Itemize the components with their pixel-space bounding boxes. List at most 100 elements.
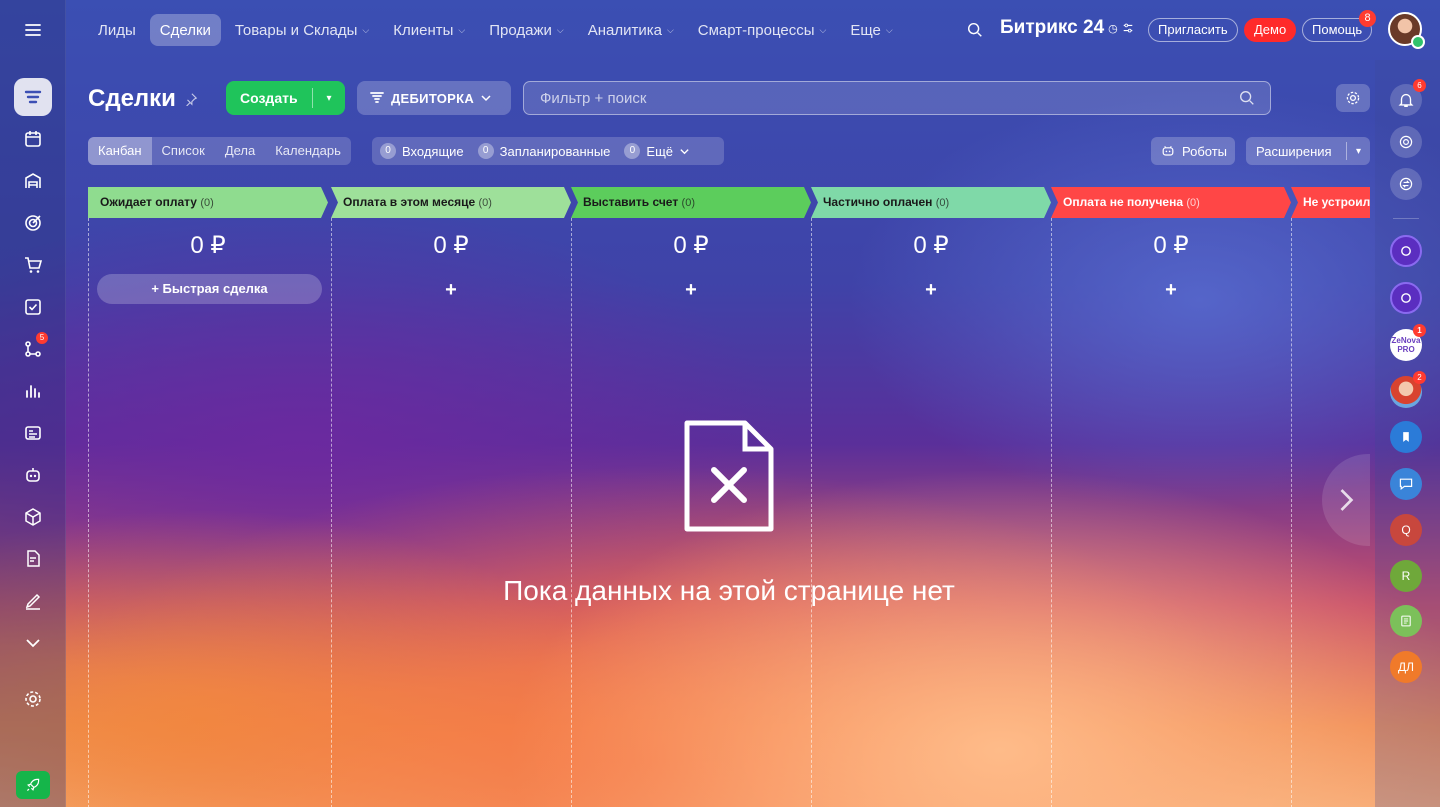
zenova-avatar[interactable]: ZeNova PRO 1 — [1390, 324, 1426, 361]
contacts-icon[interactable] — [14, 414, 52, 452]
exchange-icon[interactable] — [1390, 168, 1422, 200]
rocket-button[interactable] — [16, 771, 50, 799]
pin-icon[interactable] — [184, 92, 198, 106]
nav-item-deals[interactable]: Сделки — [149, 14, 221, 46]
add-deal-button[interactable]: + — [811, 279, 1051, 302]
quick-deal-button[interactable]: + Быстрая сделка — [97, 274, 322, 304]
nav-item-leads[interactable]: Лиды — [88, 14, 146, 46]
counter-planned[interactable]: 0 Запланированные — [477, 143, 610, 159]
letter-avatar-q[interactable]: Q — [1390, 514, 1422, 546]
demo-button[interactable]: Демо — [1244, 18, 1297, 42]
clock-icon: ◷ — [1108, 22, 1118, 35]
tasks-icon[interactable] — [14, 288, 52, 326]
tab-calendar[interactable]: Календарь — [265, 137, 351, 165]
target-icon[interactable] — [14, 204, 52, 242]
sliders-icon[interactable] — [1122, 22, 1134, 34]
column-header[interactable]: Оплата в этом месяце (0) — [331, 187, 571, 218]
chevron-down-icon: ⌵ — [458, 24, 466, 35]
avatar[interactable] — [1388, 12, 1425, 49]
box-icon[interactable] — [14, 498, 52, 536]
gear-icon — [1346, 91, 1360, 105]
letter-avatar-r[interactable]: R — [1390, 560, 1422, 592]
user-avatar[interactable]: 2 — [1390, 371, 1426, 408]
document-edit-icon[interactable] — [14, 540, 52, 578]
settings-button[interactable] — [1336, 84, 1370, 112]
tab-kanban[interactable]: Канбан — [88, 137, 152, 165]
cart-icon[interactable] — [14, 246, 52, 284]
empty-state — [478, 420, 980, 537]
chat-icon[interactable] — [1390, 468, 1422, 500]
bell-icon[interactable]: 6 — [1390, 79, 1426, 116]
counter-more[interactable]: 0 Ещё — [624, 143, 690, 159]
column-header[interactable]: Выставить счет (0) — [571, 187, 811, 218]
chevron-down-icon[interactable] — [14, 624, 52, 662]
page-title: Сделки — [88, 85, 198, 113]
column-header[interactable]: Не устроил — [1291, 187, 1370, 218]
tab-list[interactable]: Список — [152, 137, 215, 165]
tab-activities[interactable]: Дела — [215, 137, 265, 165]
empty-state-text: Пока данных на этой странице нет — [503, 575, 955, 606]
help-badge: 8 — [1359, 10, 1376, 27]
pulse-icon[interactable] — [1390, 126, 1422, 158]
openline-icon[interactable] — [1390, 282, 1422, 314]
view-tabs: Канбан Список Дела Календарь — [88, 137, 351, 165]
counter-incoming[interactable]: 0 Входящие — [380, 143, 464, 159]
calendar-icon[interactable] — [14, 120, 52, 158]
add-deal-button[interactable]: + — [571, 279, 811, 302]
crm-icon[interactable] — [14, 78, 52, 116]
funnel-icon — [370, 92, 384, 103]
menu-icon[interactable] — [14, 11, 52, 49]
nav-item-more[interactable]: Еще ⌵ — [840, 14, 902, 46]
openline-icon[interactable] — [1390, 235, 1422, 267]
sign-icon[interactable] — [14, 582, 52, 620]
status-indicator — [1411, 35, 1425, 49]
chevron-down-icon: ⌵ — [666, 24, 674, 35]
column-sum: 0 ₽ — [673, 232, 709, 259]
invite-button[interactable]: Пригласить — [1148, 18, 1238, 42]
nav-item-products[interactable]: Товары и Склады ⌵ — [225, 14, 379, 46]
top-nav: Лиды Сделки Товары и Склады ⌵ Клиенты ⌵ Пр… — [66, 0, 1374, 60]
chevron-right-icon — [1340, 489, 1354, 511]
robots-button[interactable]: Роботы — [1151, 137, 1235, 165]
counters-panel: 0 Входящие 0 Запланированные 0 Ещё — [372, 137, 724, 165]
analytics-icon[interactable] — [14, 372, 52, 410]
nav-item-smart-processes[interactable]: Смарт-процессы ⌵ — [688, 14, 837, 46]
column-sum: 0 ₽ — [913, 232, 949, 259]
chevron-down-icon — [481, 95, 491, 102]
rocket-icon — [26, 778, 40, 792]
kanban-column: Ожидает оплату (0) 0 ₽ + Быстрая сделка — [88, 187, 328, 807]
nav-item-sales[interactable]: Продажи ⌵ — [479, 14, 573, 46]
automation-icon[interactable]: 5 — [14, 330, 52, 368]
divider — [1393, 218, 1419, 219]
left-sidebar: 5 — [0, 0, 66, 807]
notifications-badge: 6 — [1413, 79, 1426, 92]
column-header[interactable]: Ожидает оплату (0) — [88, 187, 328, 218]
logo[interactable]: Битрикс 24 ◷ — [1000, 17, 1134, 39]
funnel-selector[interactable]: ДЕБИТОРКА — [357, 81, 511, 115]
automation-badge: 5 — [36, 332, 48, 344]
gear-icon[interactable] — [14, 680, 52, 718]
bookmark-icon[interactable] — [1390, 421, 1422, 453]
warehouse-icon[interactable] — [14, 162, 52, 200]
search-icon[interactable] — [966, 21, 984, 44]
empty-document-icon — [684, 420, 774, 532]
nav-item-clients[interactable]: Клиенты ⌵ — [383, 14, 475, 46]
kanban-column: Оплата не получена (0) 0 ₽ + — [1051, 187, 1291, 807]
chevron-down-icon[interactable]: ▾ — [1347, 146, 1370, 157]
column-header[interactable]: Частично оплачен (0) — [811, 187, 1051, 218]
search-icon[interactable] — [1238, 89, 1256, 112]
search-input[interactable] — [523, 81, 1271, 115]
add-deal-button[interactable]: + — [331, 279, 571, 302]
right-sidebar: 6 ZeNova PRO 1 2 Q R ДЛ — [1375, 60, 1440, 807]
chevron-down-icon[interactable]: ▾ — [313, 93, 345, 104]
robot-icon[interactable] — [14, 456, 52, 494]
extensions-button[interactable]: Расширения ▾ — [1246, 137, 1370, 165]
add-deal-button[interactable]: + — [1051, 279, 1291, 302]
column-header[interactable]: Оплата не получена (0) — [1051, 187, 1291, 218]
nav-item-analytics[interactable]: Аналитика ⌵ — [578, 14, 684, 46]
chevron-down-icon: ⌵ — [885, 24, 893, 35]
robot-icon — [1162, 145, 1174, 156]
letter-avatar-dl[interactable]: ДЛ — [1390, 651, 1422, 683]
create-button[interactable]: Создать ▾ — [226, 81, 345, 115]
notes-icon[interactable] — [1390, 605, 1422, 637]
